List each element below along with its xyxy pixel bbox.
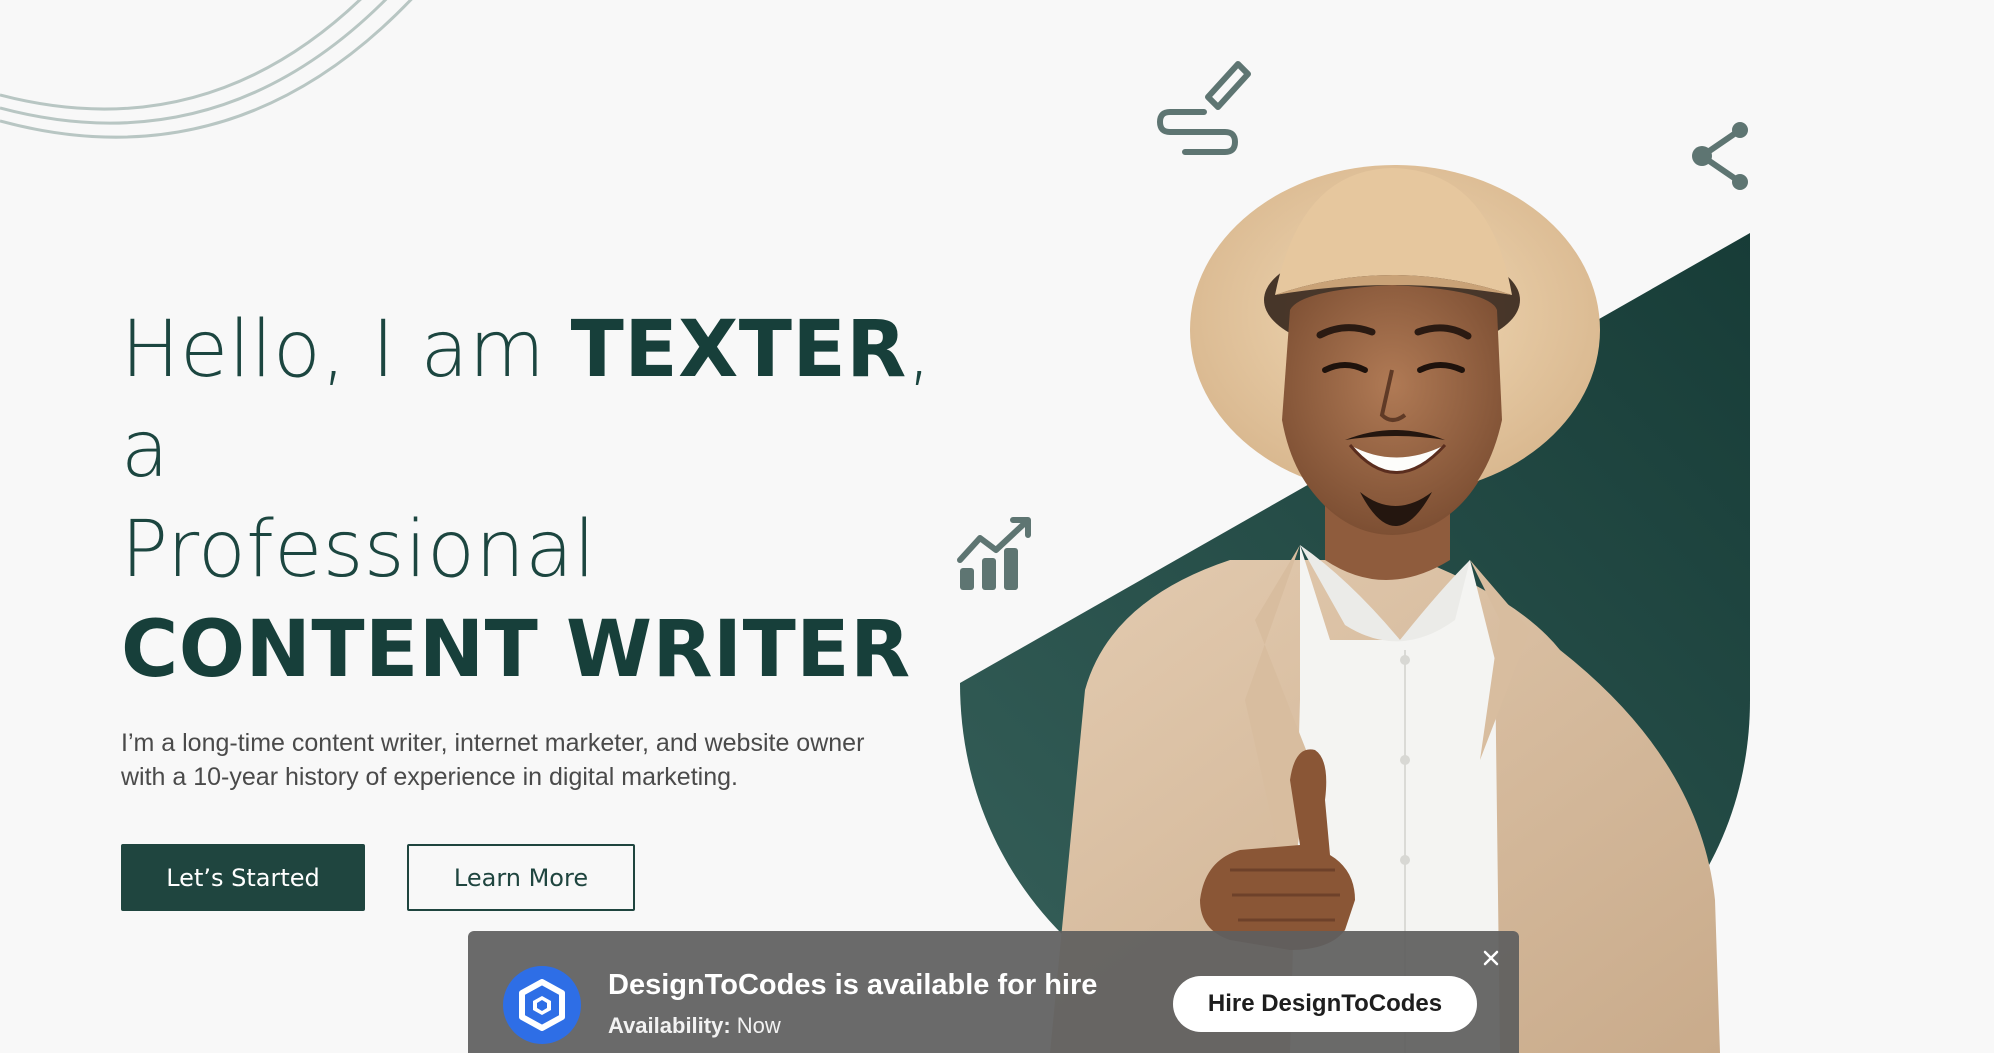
close-icon[interactable] <box>1478 945 1504 971</box>
designtocodes-logo-icon <box>503 966 581 1044</box>
growth-chart-icon <box>957 517 1031 590</box>
hero-description: I’m a long-time content writer, internet… <box>121 729 865 791</box>
decorative-arcs <box>0 0 413 139</box>
availability-label: Availability: <box>608 1013 731 1038</box>
headline-intro: Hello, I am <box>121 305 571 395</box>
cta-row: Let’s Started Learn More <box>121 844 941 911</box>
pen-signature-icon <box>1156 61 1251 155</box>
headline-name: TEXTER <box>570 305 907 395</box>
hire-designtocodes-button[interactable]: Hire DesignToCodes <box>1173 976 1477 1032</box>
share-icon[interactable] <box>1692 122 1748 190</box>
landing-page: Hello, I am TEXTER, a Professional CONTE… <box>0 0 1994 1053</box>
hire-availability: Availability: Now <box>608 1013 781 1039</box>
headline-line3: CONTENT WRITER <box>121 605 911 695</box>
headline-line2: Professional <box>121 505 596 595</box>
backdrop-shape <box>960 233 1750 1053</box>
hire-banner-title: DesignToCodes is available for hire <box>608 969 1098 1001</box>
hire-banner: DesignToCodes is available for hire Avai… <box>468 931 1519 1053</box>
learn-more-button[interactable]: Learn More <box>407 844 635 911</box>
hero-headline: Hello, I am TEXTER, a Professional CONTE… <box>121 300 941 700</box>
portrait-photo <box>1050 165 1720 1053</box>
hero-section: Hello, I am TEXTER, a Professional CONTE… <box>121 300 941 911</box>
lets-started-button[interactable]: Let’s Started <box>121 844 365 911</box>
availability-value: Now <box>736 1013 781 1038</box>
